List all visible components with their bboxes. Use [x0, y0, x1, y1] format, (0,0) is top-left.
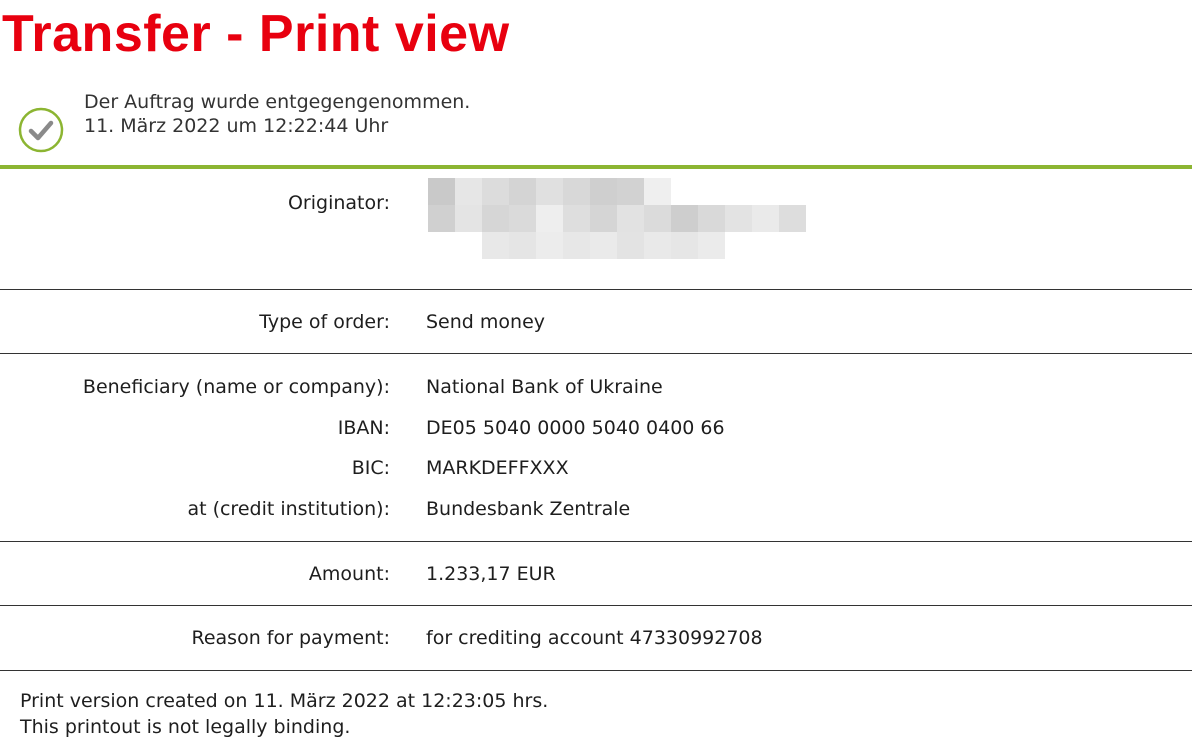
institution-value: Bundesbank Zentrale [426, 498, 631, 520]
beneficiary-value: National Bank of Ukraine [426, 376, 663, 398]
row-divider [0, 541, 1192, 542]
row-divider [0, 605, 1192, 606]
bic-value: MARKDEFFXXX [426, 457, 569, 479]
status-message: Der Auftrag wurde entgegengenommen. 11. … [84, 90, 470, 138]
institution-label: at (credit institution): [187, 498, 390, 520]
amount-value: 1.233,17 EUR [426, 563, 556, 585]
page-title: Transfer - Print view [2, 5, 510, 63]
amount-label: Amount: [308, 563, 390, 585]
order-type-value: Send money [426, 311, 546, 333]
footer-note-cut-off: This printout is not legally binding. [20, 716, 351, 738]
bic-label: BIC: [351, 457, 390, 479]
originator-redacted-block [428, 178, 808, 270]
iban-label: IBAN: [337, 417, 390, 439]
row-divider [0, 289, 1192, 290]
status-timestamp: 11. März 2022 um 12:22:44 Uhr [84, 115, 389, 137]
checkmark-circle-icon [18, 107, 64, 153]
row-divider [0, 670, 1192, 671]
beneficiary-label: Beneficiary (name or company): [82, 376, 390, 398]
order-type-label: Type of order: [259, 311, 390, 333]
originator-label: Originator: [287, 192, 390, 214]
print-created-note: Print version created on 11. März 2022 a… [20, 690, 549, 712]
row-divider [0, 353, 1192, 354]
status-line-1: Der Auftrag wurde entgegengenommen. [84, 91, 471, 113]
iban-value: DE05 5040 0000 5040 0400 66 [426, 417, 725, 439]
reason-value: for crediting account 47330992708 [426, 627, 763, 649]
section-divider-green [0, 165, 1192, 169]
reason-label: Reason for payment: [191, 627, 391, 649]
